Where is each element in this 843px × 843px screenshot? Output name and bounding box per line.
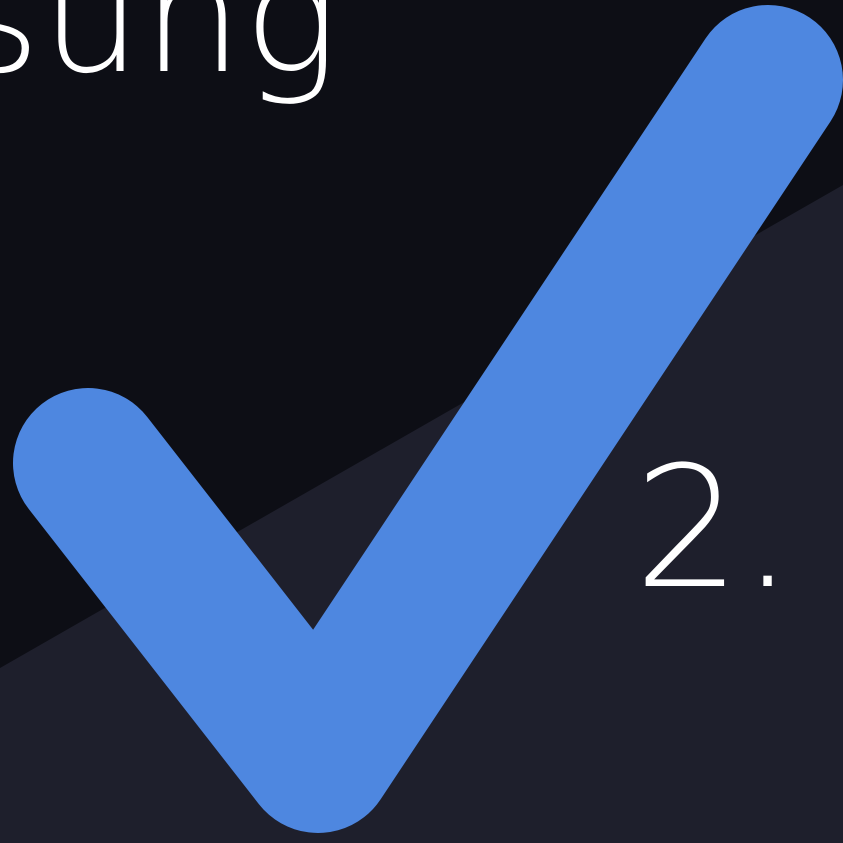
checkmark-icon bbox=[13, 5, 843, 833]
slide-canvas: sung 2. V bbox=[0, 0, 843, 843]
